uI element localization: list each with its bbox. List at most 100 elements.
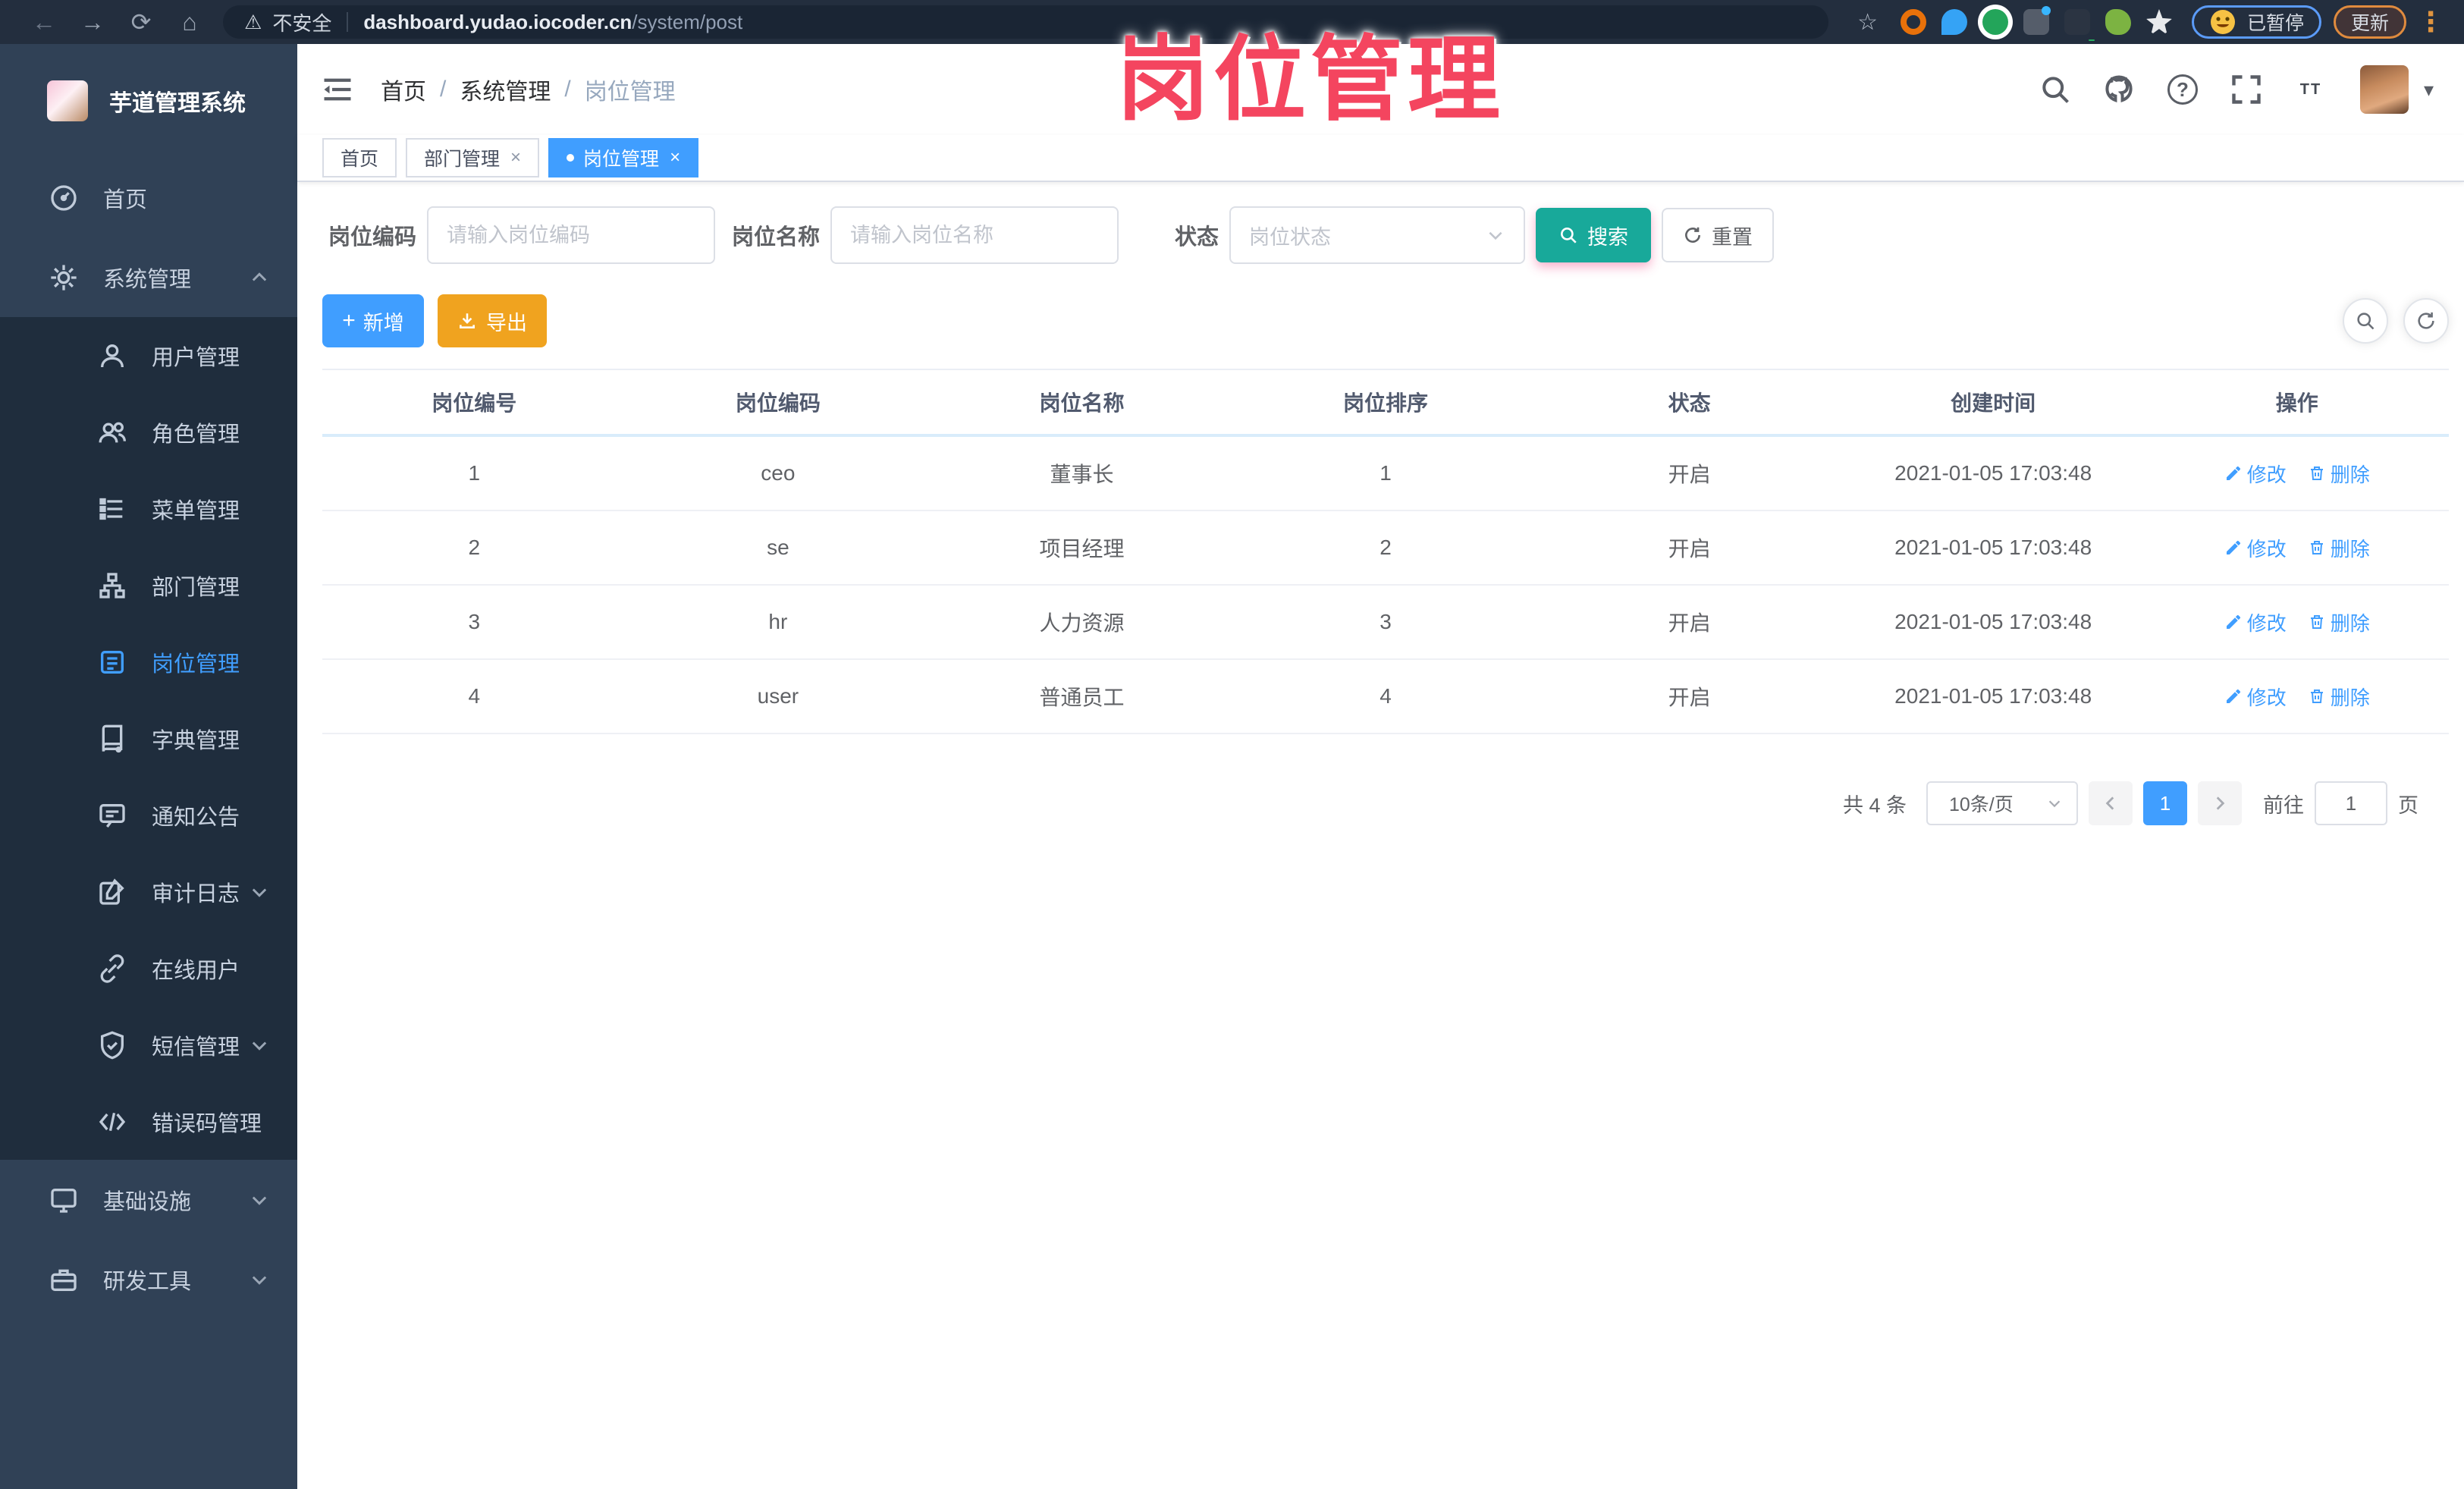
browser-forward-icon[interactable]: → — [68, 8, 117, 36]
edit-link[interactable]: 修改 — [2224, 534, 2287, 562]
avatar[interactable] — [2359, 65, 2409, 114]
search-icon[interactable] — [2039, 73, 2072, 106]
breadcrumb-section[interactable]: 系统管理 — [460, 73, 551, 106]
sidebar-item-post-mgmt[interactable]: 岗位管理 — [0, 624, 297, 700]
edit-link[interactable]: 修改 — [2224, 683, 2287, 711]
tab-label: 首页 — [341, 149, 379, 170]
breadcrumb-home[interactable]: 首页 — [381, 73, 426, 106]
goto-label: 前往 — [2263, 793, 2304, 817]
browser-back-icon[interactable]: ← — [20, 8, 68, 36]
cell-post-name: 项目经理 — [1039, 537, 1125, 561]
sidebar-item-sms-mgmt[interactable]: 短信管理 — [0, 1007, 297, 1083]
extension-orange-ring-icon[interactable] — [1900, 9, 1926, 35]
bookmark-star-icon[interactable]: ☆ — [1857, 9, 1878, 36]
update-button[interactable]: 更新 — [2333, 5, 2406, 39]
sidebar-item-role-mgmt[interactable]: 角色管理 — [0, 394, 297, 470]
download-icon — [460, 313, 475, 328]
prev-page-button[interactable] — [2089, 781, 2133, 825]
sidebar-item-label: 研发工具 — [103, 1269, 192, 1294]
trash-icon — [2310, 466, 2323, 480]
chevron-up-icon — [252, 272, 267, 281]
table-row[interactable]: 4 user 普通员工 4 开启 2021-01-05 17:03:48 修改 — [322, 660, 2449, 734]
table-row[interactable]: 3 hr 人力资源 3 开启 2021-01-05 17:03:48 修改 删除 — [322, 586, 2449, 660]
table-row[interactable]: 1 ceo 董事长 1 开启 2021-01-05 17:03:48 修改 删除 — [322, 437, 2449, 511]
table-toolbar: + 新增 导出 — [322, 294, 2449, 347]
extension-star-icon[interactable] — [2145, 9, 2172, 35]
org-tree-icon — [99, 572, 125, 598]
search-button[interactable]: 搜索 — [1536, 208, 1652, 262]
delete-link[interactable]: 删除 — [2308, 608, 2370, 636]
sidebar-item-label: 首页 — [103, 187, 148, 212]
chevron-right-icon — [2216, 796, 2225, 810]
browser-menu-dots-icon[interactable]: ⋮ — [2417, 6, 2444, 38]
browser-home-icon[interactable]: ⌂ — [165, 8, 214, 36]
refresh-table-button[interactable] — [2403, 298, 2449, 344]
sidebar-item-home[interactable]: 首页 — [0, 158, 297, 237]
delete-link[interactable]: 删除 — [2308, 534, 2370, 562]
reset-button[interactable]: 重置 — [1662, 208, 1775, 262]
address-bar[interactable]: ⚠ 不安全 dashboard.yudao.iocoder.cn /system… — [223, 5, 1829, 39]
delete-link-label: 删除 — [2330, 463, 2370, 486]
post-name-label: 岗位名称 — [732, 225, 821, 250]
current-page-button[interactable]: 1 — [2143, 781, 2187, 825]
hamburger-icon[interactable] — [322, 76, 353, 103]
cell-status: 开启 — [1668, 611, 1711, 635]
chevron-left-icon — [2105, 796, 2114, 810]
sidebar-item-label: 角色管理 — [152, 422, 240, 447]
sidebar-item-audit-log[interactable]: 审计日志 — [0, 853, 297, 930]
goto-page-input[interactable] — [2315, 781, 2387, 825]
col-header-status: 状态 — [1668, 391, 1711, 415]
sidebar-item-infra[interactable]: 基础设施 — [0, 1160, 297, 1239]
extension-grid-icon[interactable] — [2023, 6, 2051, 35]
delete-link[interactable]: 删除 — [2308, 683, 2370, 711]
cell-status: 开启 — [1668, 686, 1711, 709]
github-icon[interactable] — [2102, 73, 2136, 106]
help-icon[interactable]: ? — [2167, 74, 2198, 105]
address-divider — [347, 12, 349, 32]
fullscreen-icon[interactable] — [2230, 73, 2263, 106]
post-code-input[interactable] — [427, 206, 716, 264]
tab-close-icon[interactable]: × — [510, 147, 521, 168]
cell-post-code: user — [757, 684, 799, 708]
shield-icon — [101, 1031, 124, 1059]
sidebar-item-errcode-mgmt[interactable]: 错误码管理 — [0, 1083, 297, 1160]
search-icon — [2357, 313, 2375, 330]
sidebar-item-notice[interactable]: 通知公告 — [0, 777, 297, 853]
sidebar-item-devtool[interactable]: 研发工具 — [0, 1239, 297, 1319]
sidebar-item-dict-mgmt[interactable]: 字典管理 — [0, 700, 297, 777]
next-page-button[interactable] — [2198, 781, 2242, 825]
tab-home[interactable]: 首页 — [322, 138, 397, 177]
gear-icon — [51, 264, 77, 291]
sidebar-item-online-users[interactable]: 在线用户 — [0, 930, 297, 1007]
add-button[interactable]: + 新增 — [322, 294, 424, 347]
extension-translate-icon[interactable] — [2064, 9, 2095, 41]
toggle-search-button[interactable] — [2343, 298, 2388, 344]
edit-link[interactable]: 修改 — [2224, 608, 2287, 636]
page-size-select[interactable]: 10条/页 — [1926, 781, 2078, 825]
export-button[interactable]: 导出 — [438, 294, 547, 347]
delete-link[interactable]: 删除 — [2308, 460, 2370, 488]
extension-green-check-icon[interactable] — [1982, 9, 2008, 35]
extension-blue-drop-icon[interactable] — [1941, 9, 1967, 35]
edit-note-icon — [99, 878, 124, 905]
tab-dept-mgmt[interactable]: 部门管理 × — [406, 138, 540, 177]
sidebar-item-dept-mgmt[interactable]: 部门管理 — [0, 547, 297, 624]
status-select[interactable]: 岗位状态 — [1229, 206, 1526, 264]
edit-link[interactable]: 修改 — [2224, 460, 2287, 488]
tab-post-mgmt[interactable]: 岗位管理 × — [548, 138, 699, 177]
avatar-caret-icon[interactable]: ▾ — [2424, 78, 2434, 102]
url-path: /system/post — [632, 10, 743, 33]
sidebar-item-system[interactable]: 系统管理 — [0, 237, 297, 317]
browser-reload-icon[interactable]: ⟳ — [117, 8, 165, 36]
refresh-icon — [1685, 227, 1701, 243]
font-size-icon[interactable]: TT — [2293, 73, 2327, 106]
post-name-input[interactable] — [830, 206, 1119, 264]
app-logo-row[interactable]: 芋道管理系统 — [0, 44, 297, 158]
paused-badge[interactable]: 已暂停 — [2191, 5, 2321, 39]
table-row[interactable]: 2 se 项目经理 2 开启 2021-01-05 17:03:48 修改 删除 — [322, 511, 2449, 586]
extension-leaf-icon[interactable] — [2105, 9, 2131, 35]
tab-close-icon[interactable]: × — [670, 147, 680, 168]
sidebar-item-user-mgmt[interactable]: 用户管理 — [0, 317, 297, 394]
breadcrumb-current: 岗位管理 — [584, 80, 676, 105]
sidebar-item-menu-mgmt[interactable]: 菜单管理 — [0, 470, 297, 547]
